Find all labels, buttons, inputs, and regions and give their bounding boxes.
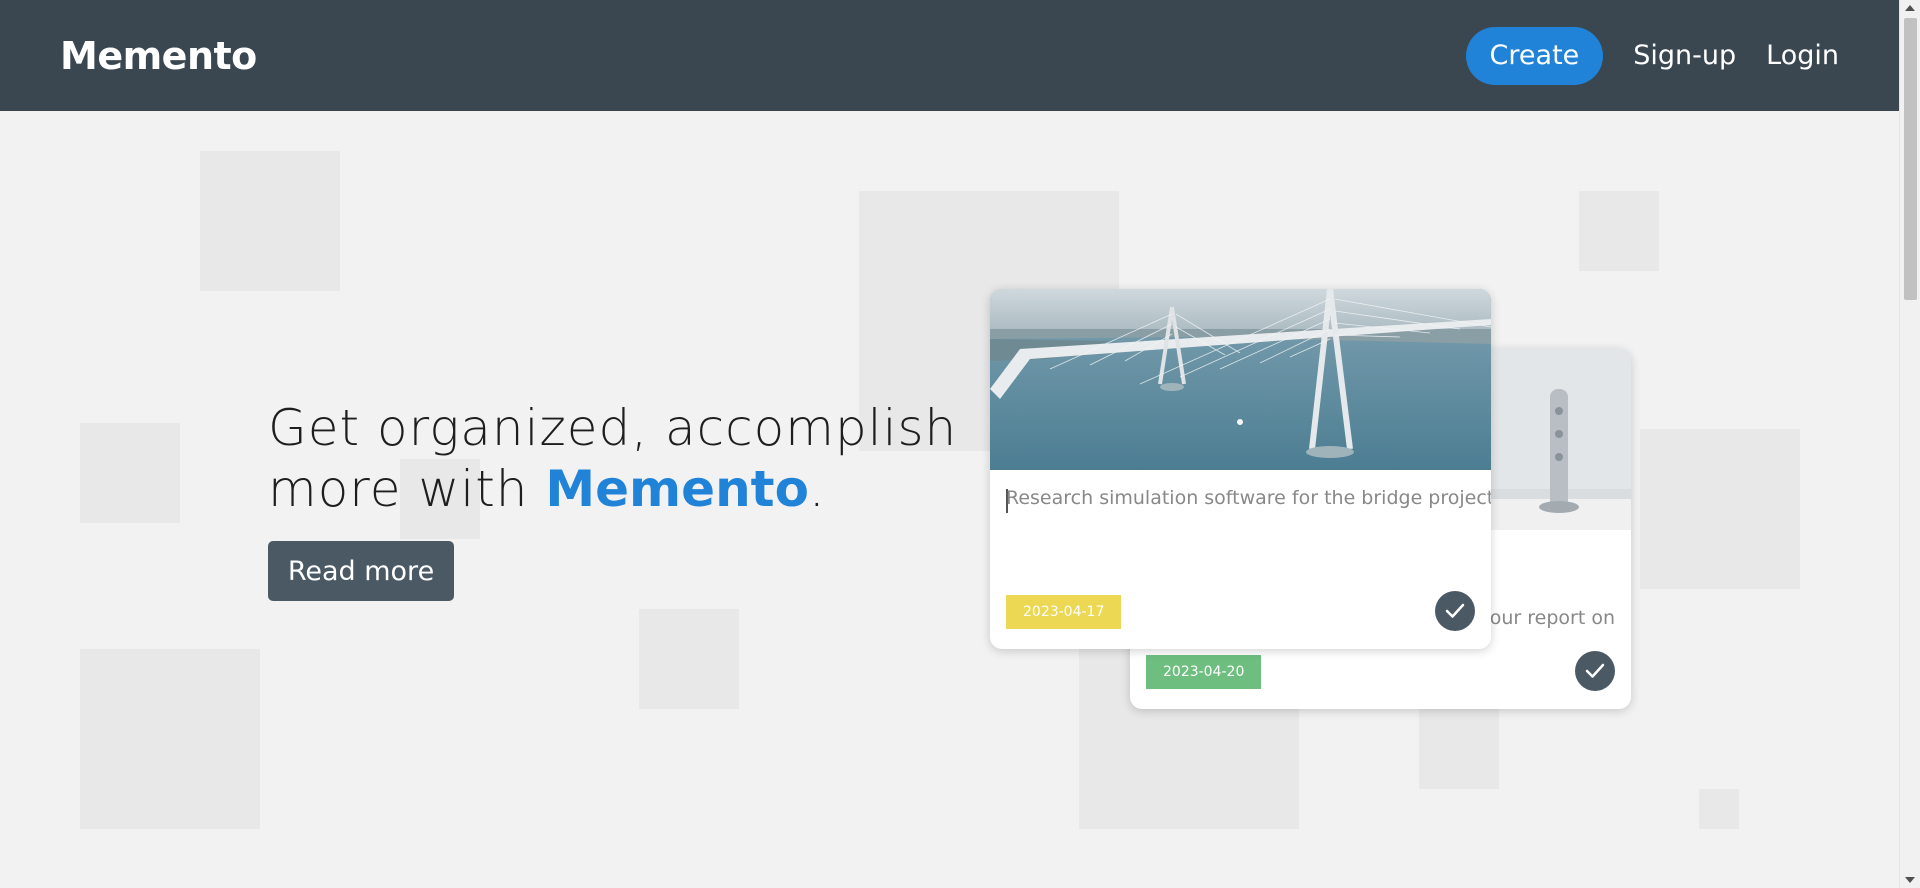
check-icon	[1585, 663, 1605, 678]
bg-square	[200, 151, 340, 291]
hero-title-prefix: more with	[268, 460, 546, 518]
note-text[interactable]: Research simulation software for the bri…	[1006, 487, 1491, 509]
hero-title-suffix: .	[808, 460, 826, 518]
complete-button[interactable]	[1575, 651, 1615, 691]
bg-square	[1419, 709, 1499, 789]
login-link[interactable]: Login	[1766, 40, 1839, 71]
note-card-primary[interactable]: Research simulation software for the bri…	[990, 289, 1491, 649]
complete-button[interactable]	[1435, 591, 1475, 631]
create-button[interactable]: Create	[1465, 26, 1604, 85]
bg-square	[1579, 191, 1659, 271]
scrollbar-thumb[interactable]	[1904, 18, 1917, 300]
hero-title-brand: Memento	[545, 460, 809, 518]
page-scrollbar[interactable]	[1899, 0, 1920, 888]
scroll-down-icon[interactable]	[1905, 877, 1915, 883]
date-badge: 2023-04-20	[1146, 655, 1262, 689]
read-more-button[interactable]: Read more	[268, 541, 454, 601]
bg-square	[1699, 789, 1739, 829]
bridge-photo	[990, 289, 1491, 470]
check-icon	[1445, 603, 1465, 618]
bg-square	[80, 649, 260, 829]
bg-square	[80, 423, 180, 523]
signup-link[interactable]: Sign-up	[1633, 40, 1736, 71]
date-badge: 2023-04-17	[1006, 595, 1122, 629]
brand-logo[interactable]: Memento	[60, 34, 257, 78]
hero-title-line1: Get organized, accomplish	[268, 399, 958, 457]
navbar: Memento Create Sign-up Login	[0, 0, 1899, 111]
hero-title: Get organized, accomplish more with Meme…	[268, 398, 988, 520]
bg-square	[1640, 429, 1800, 589]
nav-menu: Create Sign-up Login	[1465, 26, 1839, 85]
scroll-up-icon[interactable]	[1905, 5, 1915, 11]
bg-square	[639, 609, 739, 709]
